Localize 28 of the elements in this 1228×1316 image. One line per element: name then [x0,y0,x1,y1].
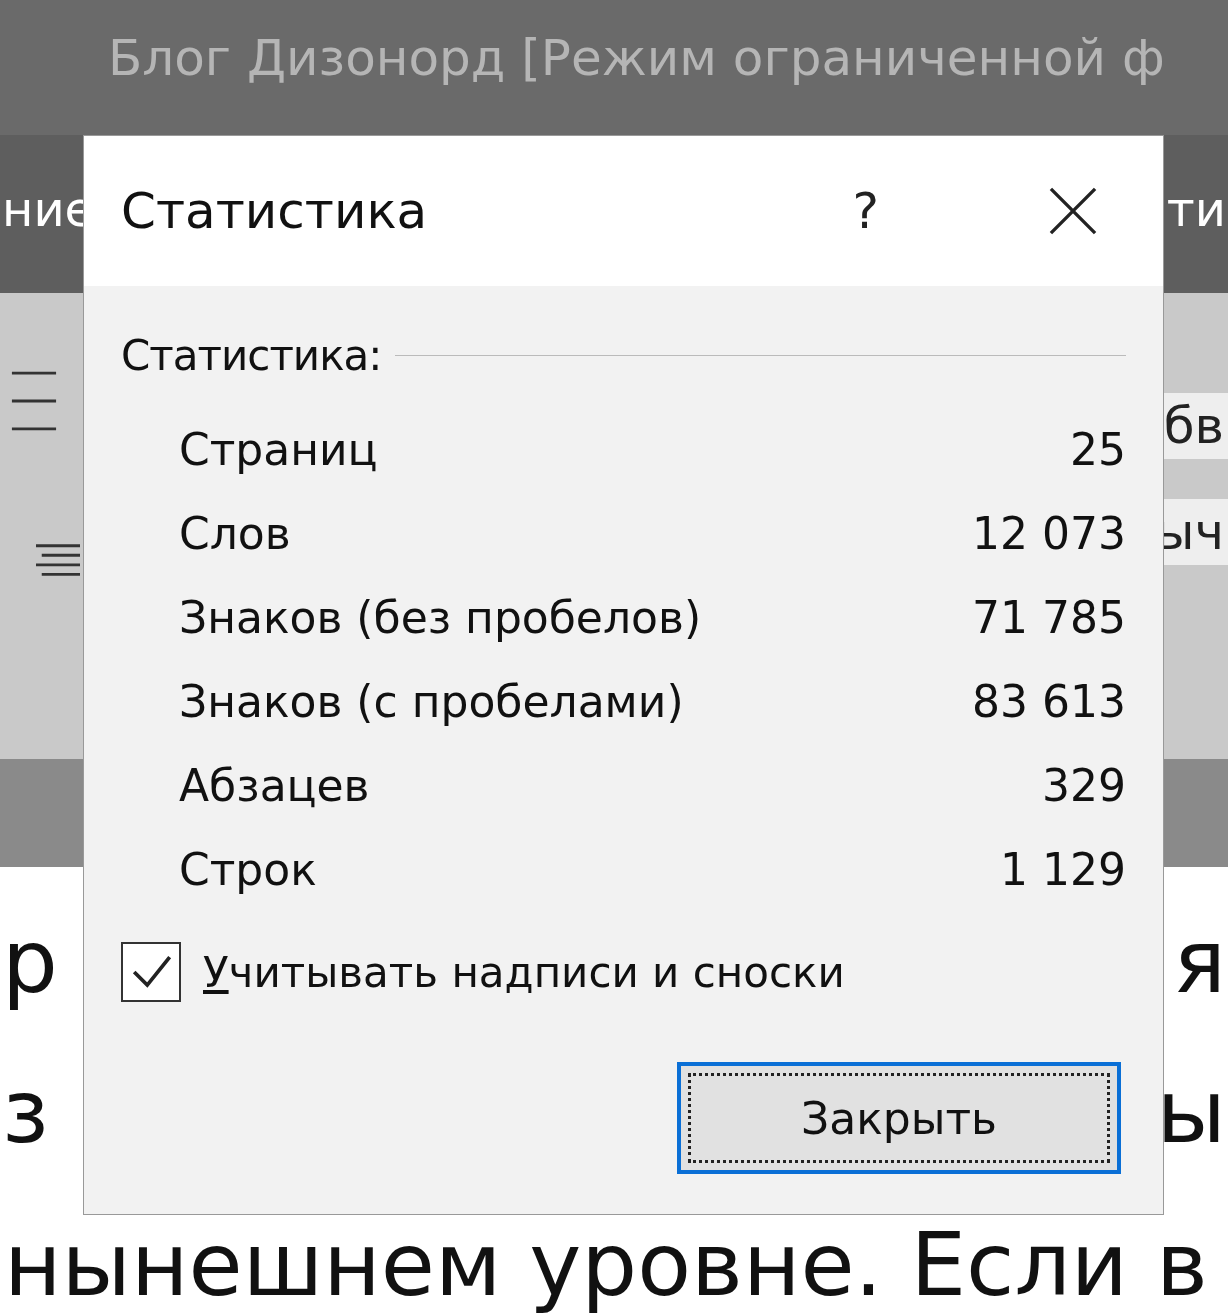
document-text: ы [1156,1059,1226,1165]
stat-label: Знаков (с пробелами) [179,675,684,729]
document-text: нынешнем уровне. Если в [4,1213,1208,1316]
ribbon-tab[interactable]: ти [1166,181,1226,237]
window-title: Блог Дизонорд [Режим ограниченной ф [108,28,1165,87]
checkbox-label[interactable]: Учитывать надписи и сноски [203,947,845,997]
stat-label: Слов [179,507,291,561]
document-text: р [2,909,58,1015]
dialog-title: Статистика [121,182,429,240]
stat-value: 12 073 [972,507,1126,561]
stat-value: 83 613 [972,675,1126,729]
stat-label: Абзацев [179,759,370,813]
stat-value: 329 [1042,759,1126,813]
document-text: я [1173,909,1226,1015]
stat-value: 71 785 [972,591,1126,645]
document-text: з [2,1059,49,1165]
justify-lines-icon[interactable] [36,543,80,579]
close-icon[interactable] [1049,187,1097,235]
stat-value: 25 [1070,423,1126,477]
stat-label: Строк [179,843,317,897]
stat-label: Знаков (без пробелов) [179,591,702,645]
stat-value: 1 129 [1000,843,1126,897]
close-button[interactable]: Закрыть [677,1062,1121,1174]
align-lines-icon[interactable] [10,371,58,431]
stat-label: Страниц [179,423,378,477]
help-button[interactable]: ? [852,182,879,240]
checkbox[interactable] [121,942,181,1002]
group-label: Статистика: [121,331,382,380]
